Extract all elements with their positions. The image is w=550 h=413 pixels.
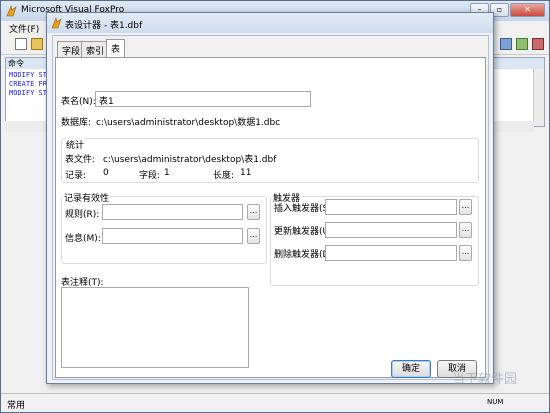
update-trigger-input[interactable] (325, 222, 457, 238)
table-file-path: c:\users\administrator\desktop\表1.dbf (103, 155, 277, 165)
insert-trigger-input[interactable] (325, 199, 457, 215)
record-validation-title: 记录有效性 (63, 191, 111, 204)
status-bar: 常用 NUM (1, 393, 549, 412)
records-label: 记录: (65, 171, 87, 181)
fields-label: 字段: (139, 171, 161, 181)
delete-trigger-input[interactable] (325, 245, 457, 261)
toolbar-report-icon[interactable] (516, 38, 528, 50)
stats-title: 统计 (65, 138, 86, 151)
command-line: MODIFY ST (9, 89, 47, 97)
command-line: CREATE FR (9, 80, 47, 88)
foxpro-logo-icon (51, 17, 62, 29)
message-input[interactable] (102, 228, 243, 244)
database-path: c:\users\administrator\desktop\数据1.dbc (96, 118, 281, 128)
table-comment-textarea[interactable] (61, 287, 249, 368)
update-trigger-builder-button[interactable]: ... (459, 222, 472, 238)
insert-trigger-label: 插入触发器(S) (274, 204, 332, 214)
num-lock-indicator: NUM (487, 398, 504, 406)
dialog-title: 表设计器 - 表1.dbf (65, 21, 143, 31)
table-designer-dialog: 表设计器 - 表1.dbf 字段 索引 表 表名(N): 表1 数据库: c:\… (46, 12, 494, 384)
delete-trigger-builder-button[interactable]: ... (459, 245, 472, 261)
table-name-input[interactable]: 表1 (95, 91, 311, 107)
records-value: 0 (103, 168, 109, 178)
new-file-icon[interactable] (15, 38, 27, 50)
update-trigger-label: 更新触发器(U) (274, 227, 333, 237)
watermark-text: 当下软件园 (452, 372, 518, 387)
table-name-label: 表名(N): (61, 97, 96, 107)
tab-table[interactable]: 表 (106, 39, 126, 58)
ok-button[interactable]: 确定 (391, 360, 431, 378)
close-button[interactable]: ✕ (510, 3, 545, 17)
message-builder-button[interactable]: ... (247, 228, 260, 244)
rule-input[interactable] (102, 204, 243, 220)
length-value: 11 (240, 168, 252, 178)
toolbar-grid-icon[interactable] (500, 38, 512, 50)
tab-indexes[interactable]: 索引 (81, 41, 110, 57)
dialog-body: 字段 索引 表 表名(N): 表1 数据库: c:\users\administ… (52, 35, 489, 380)
command-line: MODIFY ST (9, 71, 47, 79)
table-file-label: 表文件: (65, 155, 96, 165)
dialog-title-bar: 表设计器 - 表1.dbf (47, 13, 493, 33)
menu-file[interactable]: 文件(F) (9, 22, 39, 35)
length-label: 长度: (213, 171, 235, 181)
insert-trigger-builder-button[interactable]: ... (459, 199, 472, 215)
command-vertical-scrollbar[interactable] (533, 69, 544, 126)
rule-builder-button[interactable]: ... (247, 204, 260, 220)
table-tab-page: 表名(N): 表1 数据库: c:\users\administrator\de… (55, 57, 486, 378)
rule-label: 规则(R): (65, 210, 100, 220)
toolbar-form-icon[interactable] (532, 38, 544, 50)
table-name-value: 表1 (99, 97, 114, 107)
message-label: 信息(M): (65, 234, 101, 244)
open-folder-icon[interactable] (31, 38, 43, 50)
foxpro-logo-icon (6, 5, 17, 17)
status-text: 常用 (7, 401, 26, 411)
fields-value: 1 (164, 168, 170, 178)
database-label: 数据库: (61, 118, 92, 128)
